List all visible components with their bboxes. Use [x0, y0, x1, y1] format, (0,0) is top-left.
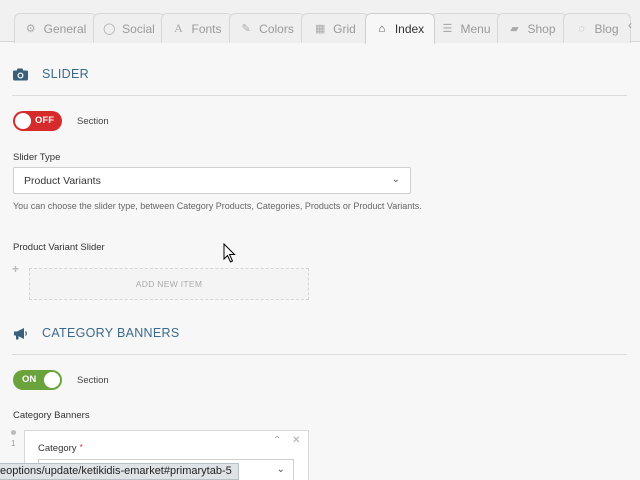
tab-label: Index: [394, 22, 425, 36]
slider-section-toggle[interactable]: OFF: [13, 111, 62, 131]
tab-fonts[interactable]: A Fonts: [161, 13, 233, 43]
tab-menu[interactable]: ☰ Menu: [431, 13, 501, 43]
tab-label: Social: [122, 21, 155, 36]
tab-label: Colors: [259, 21, 294, 36]
camera-icon: [12, 67, 28, 81]
toggle-state: ON: [22, 374, 37, 385]
divider: [12, 95, 627, 96]
add-new-item-button[interactable]: ADD NEW ITEM: [29, 268, 309, 300]
plus-icon[interactable]: +: [12, 262, 19, 276]
slider-type-select[interactable]: Product Variants ⌄: [13, 167, 411, 194]
tab-index[interactable]: ⌂ Index: [365, 13, 435, 44]
home-icon: ⌂: [378, 23, 386, 35]
slider-section-header: SLIDER: [12, 67, 89, 81]
font-icon: A: [174, 21, 183, 35]
gear-icon: ⚙: [25, 23, 36, 35]
section-title: CATEGORY BANNERS: [42, 326, 180, 340]
toggle-caption: Section: [77, 116, 109, 127]
toggle-knob: [44, 372, 60, 388]
tab-label: Fonts: [191, 21, 222, 36]
tab-shop[interactable]: ▰ Shop: [497, 13, 567, 43]
tab-social[interactable]: ◯ Social: [93, 13, 165, 43]
status-bar-url: eoptions/update/ketikidis-emarket#primar…: [0, 463, 239, 480]
divider: [12, 354, 627, 355]
speech-bubble-icon: ◯: [103, 23, 116, 35]
megaphone-icon: [12, 326, 28, 340]
select-value: Product Variants: [24, 174, 101, 187]
tab-label: General: [43, 21, 87, 36]
tab-label: Shop: [527, 21, 556, 36]
tab-label: Grid: [333, 21, 356, 36]
category-banners-label: Category Banners: [13, 410, 90, 421]
tab-grid[interactable]: ▦ Grid: [301, 13, 369, 43]
drag-handle[interactable]: [11, 430, 16, 435]
toggle-caption: Section: [77, 375, 109, 386]
collapse-icon[interactable]: ⌃: [273, 435, 281, 446]
grid-icon: ▦: [314, 23, 326, 35]
brush-icon: ✎: [241, 23, 251, 35]
chevron-down-icon: ⌄: [276, 464, 285, 475]
required-mark: *: [79, 443, 83, 452]
category-label-text: Category: [38, 443, 77, 454]
tab-general[interactable]: ⚙ General: [14, 13, 97, 43]
shopping-bag-icon: ▰: [510, 23, 519, 35]
tab-label: Blog: [594, 21, 619, 36]
banners-section-header: CATEGORY BANNERS: [12, 326, 179, 340]
category-field-label: Category *: [38, 443, 83, 454]
tab-label: Menu: [460, 21, 491, 36]
tab-blog[interactable]: ◌ Blog: [563, 13, 631, 43]
slider-type-label: Slider Type: [13, 152, 61, 163]
close-icon[interactable]: ✕: [292, 435, 300, 446]
banners-section-toggle[interactable]: ON: [13, 370, 62, 390]
slider-type-help: You can choose the slider type, between …: [13, 201, 422, 211]
tab-bar: ⚙ General ◯ Social A Fonts ✎ Colors ▦ Gr…: [0, 0, 640, 44]
chevron-down-icon: ⌄: [391, 174, 400, 185]
row-number: 1: [11, 439, 16, 448]
toggle-knob: [15, 113, 31, 129]
list-icon: ☰: [442, 23, 453, 35]
toggle-state: OFF: [35, 115, 54, 126]
comment-icon: ◌: [578, 22, 585, 35]
more-tabs-icon[interactable]: ‹: [628, 18, 632, 32]
product-variant-slider-label: Product Variant Slider: [13, 242, 105, 253]
mouse-cursor-icon: [223, 243, 236, 263]
section-title: SLIDER: [42, 67, 89, 81]
tab-colors[interactable]: ✎ Colors: [229, 13, 305, 43]
